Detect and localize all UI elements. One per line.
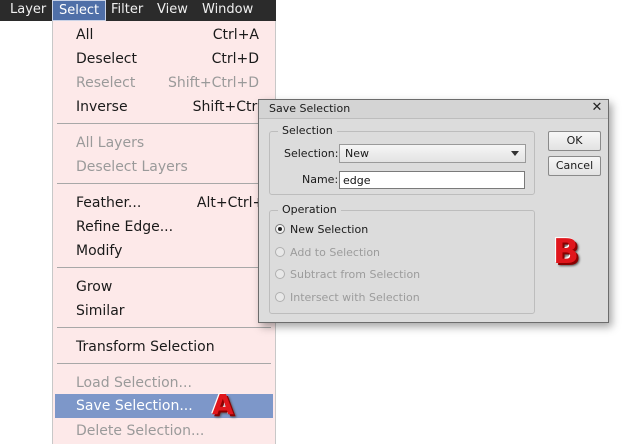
selection-dropdown-value: New xyxy=(345,147,369,160)
save-selection-dialog: Save Selection ✕ Selection Selection: Ne… xyxy=(258,99,609,323)
name-input[interactable] xyxy=(340,173,513,187)
radio-label: New Selection xyxy=(290,223,369,236)
menu-item-deselect[interactable]: Deselect Ctrl+D xyxy=(55,48,273,70)
menu-item-load-selection: Load Selection... xyxy=(55,372,273,394)
menu-item-label: Feather... xyxy=(76,195,142,211)
menu-item-label: Transform Selection xyxy=(76,339,215,355)
chevron-down-icon xyxy=(511,151,519,156)
close-icon[interactable]: ✕ xyxy=(590,100,604,116)
menu-layer[interactable]: Layer xyxy=(4,0,52,21)
cancel-button[interactable]: Cancel xyxy=(548,156,601,176)
menu-item-label: Load Selection... xyxy=(76,375,192,391)
name-label: Name: xyxy=(302,173,339,186)
menu-item-label: Grow xyxy=(76,279,113,295)
menu-item-shortcut: Shift+Ctrl+D xyxy=(168,75,259,91)
menu-item-label: Similar xyxy=(76,303,125,319)
menu-item-label: Deselect xyxy=(76,51,137,67)
menu-item-transform-selection[interactable]: Transform Selection xyxy=(55,336,273,358)
menu-item-label: All Layers xyxy=(76,135,145,151)
menu-select[interactable]: Select xyxy=(52,0,107,21)
radio-label: Intersect with Selection xyxy=(290,291,420,304)
menu-item-grow[interactable]: Grow xyxy=(55,276,273,298)
annotation-badge-a: A xyxy=(212,388,234,421)
menu-item-delete-selection: Delete Selection... xyxy=(55,420,273,442)
menu-item-save-selection[interactable]: Save Selection... xyxy=(55,394,273,418)
menu-separator xyxy=(57,327,271,328)
menu-item-similar[interactable]: Similar xyxy=(55,300,273,322)
selection-label: Selection: xyxy=(284,147,339,160)
menu-separator xyxy=(57,267,271,268)
name-field[interactable] xyxy=(339,171,525,189)
menu-item-label: Refine Edge... xyxy=(76,219,174,235)
menu-item-label: Modify xyxy=(76,243,123,259)
radio-button xyxy=(275,247,285,257)
selection-dropdown[interactable]: New xyxy=(339,144,526,163)
annotation-badge-b: B xyxy=(553,232,579,272)
menu-item-label: Deselect Layers xyxy=(76,159,188,175)
menu-item-label: Inverse xyxy=(76,99,128,115)
radio-button-checked[interactable] xyxy=(275,224,285,234)
radio-button xyxy=(275,292,285,302)
menu-window[interactable]: Window xyxy=(196,0,259,21)
menu-view[interactable]: View xyxy=(151,0,194,21)
dialog-title: Save Selection xyxy=(269,102,351,115)
menu-separator xyxy=(57,183,271,184)
radio-label: Add to Selection xyxy=(290,246,381,259)
menu-bar: Layer Select Filter View Window xyxy=(0,0,276,21)
menu-separator xyxy=(57,363,271,364)
menu-item-modify[interactable]: Modify xyxy=(55,240,273,262)
menu-item-shortcut: Ctrl+D xyxy=(211,51,259,67)
ok-button[interactable]: OK xyxy=(548,131,601,151)
menu-item-label: Save Selection... xyxy=(76,398,193,414)
menu-item-label: All xyxy=(76,27,94,43)
menu-item-refine-edge[interactable]: Refine Edge... xyxy=(55,216,273,238)
menu-item-shortcut: Ctrl+A xyxy=(212,27,259,43)
radio-button xyxy=(275,269,285,279)
operation-group-title: Operation xyxy=(278,203,341,216)
dialog-titlebar: Save Selection ✕ xyxy=(259,100,608,119)
menu-item-inverse[interactable]: Inverse Shift+Ctrl+I xyxy=(55,96,275,118)
menu-item-all-layers: All Layers xyxy=(55,132,273,154)
menu-item-all[interactable]: All Ctrl+A xyxy=(55,24,273,46)
menu-item-reselect: Reselect Shift+Ctrl+D xyxy=(55,72,273,94)
select-menu-dropdown: All Ctrl+A Deselect Ctrl+D Reselect Shif… xyxy=(52,21,276,444)
selection-group-title: Selection xyxy=(278,124,337,137)
menu-item-label: Delete Selection... xyxy=(76,423,205,439)
menu-item-deselect-layers: Deselect Layers xyxy=(55,156,273,178)
menu-filter[interactable]: Filter xyxy=(105,0,149,21)
menu-item-label: Reselect xyxy=(76,75,136,91)
menu-item-feather[interactable]: Feather... Alt+Ctrl+D xyxy=(55,192,275,214)
radio-label: Subtract from Selection xyxy=(290,268,421,281)
menu-separator xyxy=(57,123,271,124)
